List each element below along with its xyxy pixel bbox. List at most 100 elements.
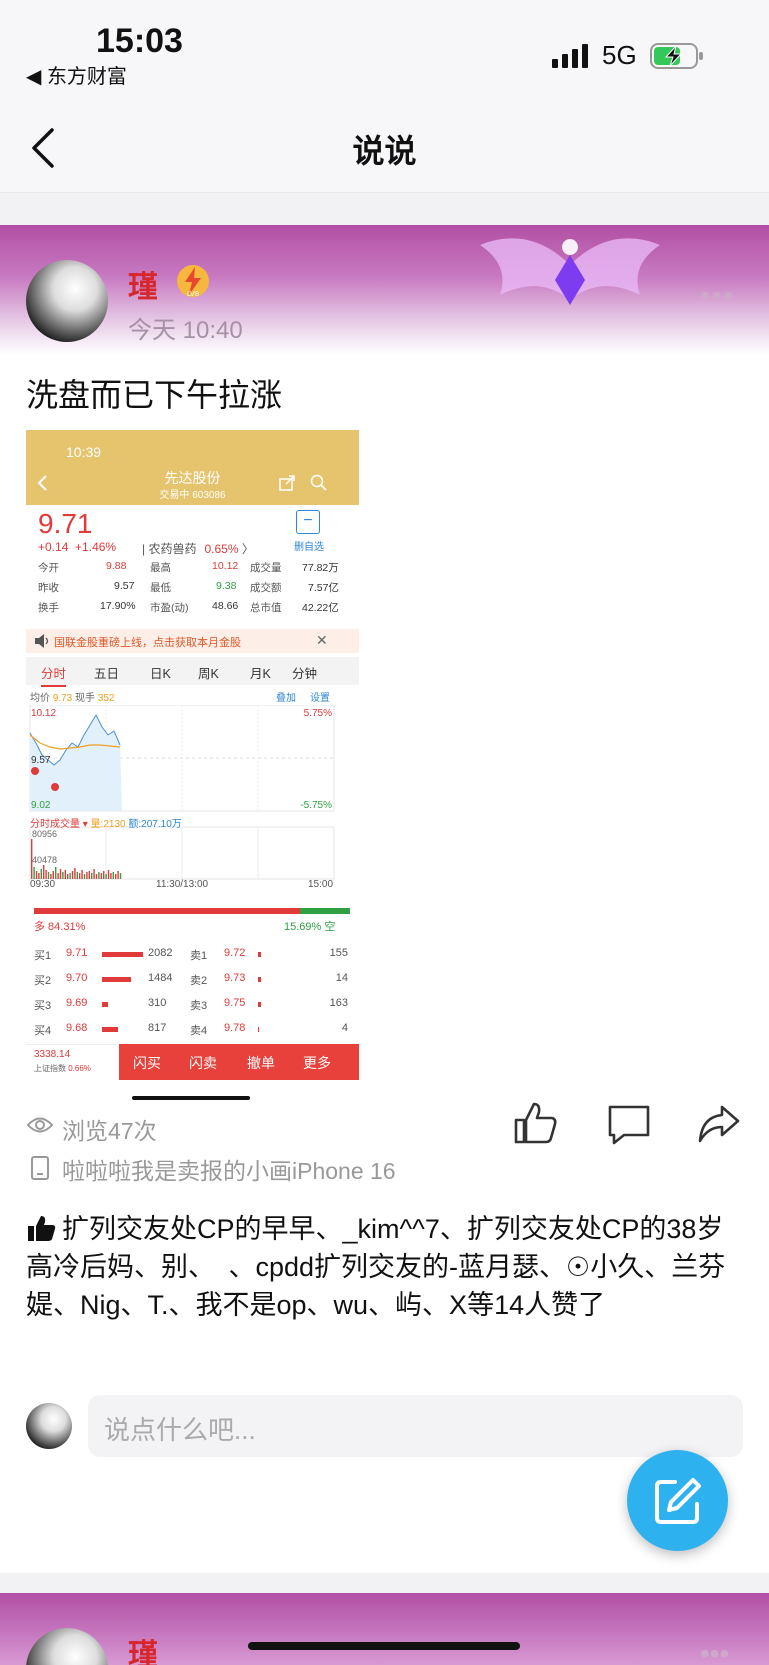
next-author-avatar[interactable] xyxy=(26,1628,108,1665)
volume-bar xyxy=(95,874,98,879)
next-post-card: 瑾 ••• xyxy=(0,1593,769,1665)
volume-bar xyxy=(100,873,102,879)
search-icon xyxy=(310,474,327,491)
tab-zhouk: 周K xyxy=(198,667,219,681)
sell-ratio: 15.69% 空 xyxy=(284,921,336,933)
quote-grid: 今开 9.88 最高 10.12 成交量 77.82万 昨收 9.57 最低 9.38 成… xyxy=(38,558,350,618)
volume-info: 分时成交量 ▾ 量:2130 额:207.10万 xyxy=(30,819,182,830)
volume-bar xyxy=(115,874,117,879)
comment-input[interactable]: 说点什么吧... xyxy=(88,1395,743,1457)
thumbs-up-icon xyxy=(28,1216,56,1241)
page-title: 说说 xyxy=(352,133,417,169)
tab-fenshi: 分时 xyxy=(41,663,67,687)
volume-bar xyxy=(86,872,88,879)
volume-bar xyxy=(57,873,59,879)
eye-icon xyxy=(26,1117,54,1133)
order-book-row: 买4 9.68 817 卖4 9.78 4 xyxy=(34,1022,348,1037)
nav-bar: 说说 xyxy=(0,100,769,193)
quote-row: 今开 9.88 最高 10.12 成交量 77.82万 xyxy=(38,560,339,574)
stock-footer: 3338.14 上证指数 0.66% 闪买 闪卖 撤单 更多 xyxy=(26,1044,359,1081)
network-type: 5G xyxy=(602,40,637,70)
volume-bar xyxy=(93,869,95,879)
comment-placeholder: 说点什么吧... xyxy=(104,1415,256,1445)
post-image-stock-screenshot[interactable]: 10:39 先达股份 交易中 603086 9.71 +0.14 +1.46% … xyxy=(26,430,359,1130)
quote-row: 换手 17.90% 市盈(动) 48.66 总市值 42.22亿 xyxy=(38,600,339,614)
volume-bar xyxy=(83,874,86,879)
quote-row: 昨收 9.57 最低 9.38 成交额 7.57亿 xyxy=(38,580,339,594)
volume-bar xyxy=(45,870,47,879)
flash-buy-button: 闪买 xyxy=(133,1055,161,1071)
next-more-icon[interactable]: ••• xyxy=(700,1638,729,1665)
volume-bar xyxy=(91,873,93,879)
time-axis-mid: 11:30/13:00 xyxy=(156,879,209,890)
buy-sell-ratio-bar xyxy=(34,908,350,914)
bid-volume-bar xyxy=(102,952,143,957)
time-axis-start: 09:30 xyxy=(30,879,56,890)
likes-list: 扩列交友处CP的早早、_kim^^7、扩列交友处CP的38岁高冷后妈、别、 、c… xyxy=(26,1214,726,1320)
stock-app-time: 10:39 xyxy=(66,444,102,460)
more-options-icon[interactable]: ••• xyxy=(700,280,735,312)
volume-bar xyxy=(81,870,83,879)
share-icon[interactable] xyxy=(696,1103,742,1145)
volume-bar xyxy=(110,873,112,879)
chart-label-low-pct: -5.75% xyxy=(300,800,332,811)
edit-icon xyxy=(655,1478,701,1524)
level-badge-label: LV8 xyxy=(187,290,199,298)
bid-volume-bar xyxy=(102,1027,119,1032)
volume-bar xyxy=(71,871,74,879)
author-avatar[interactable] xyxy=(26,260,108,342)
ask-volume-bar xyxy=(258,977,261,982)
author-name[interactable]: 瑾 xyxy=(128,262,158,306)
ask-volume-bar xyxy=(258,1027,259,1032)
post-time: 今天 10:40 xyxy=(128,317,243,344)
bid-volume-bar xyxy=(102,977,132,982)
level-badge-icon: LV8 xyxy=(177,265,209,298)
cancel-order-button: 撤单 xyxy=(247,1055,275,1071)
bid-volume-bar xyxy=(102,1002,109,1007)
volume-bar xyxy=(112,872,114,879)
comment-icon[interactable] xyxy=(606,1103,652,1145)
time-axis-end: 15:00 xyxy=(308,879,334,890)
volume-bar xyxy=(74,868,76,879)
volume-mid: 40478 xyxy=(32,855,57,865)
volume-bar xyxy=(35,871,38,879)
chart-label-high: 10.12 xyxy=(31,708,56,719)
order-book-row: 买1 9.71 2082 卖1 9.72 155 xyxy=(34,947,348,962)
chart-label-mid: 9.57 xyxy=(31,755,51,766)
buy-ratio: 多 84.31% xyxy=(34,921,86,933)
order-book-row: 买3 9.69 310 卖3 9.75 163 xyxy=(34,997,348,1012)
volume-bar xyxy=(119,873,122,879)
volume-bar xyxy=(55,867,57,879)
battery-charging-icon xyxy=(650,43,703,69)
volume-bar xyxy=(40,869,42,879)
chart-header-info: 均价 9.73 现手 352 叠加 设置 xyxy=(30,693,330,704)
volume-bar xyxy=(64,870,66,879)
chart-label-low: 9.02 xyxy=(31,800,51,811)
volume-bar xyxy=(67,874,69,879)
chart-label-high-pct: 5.75% xyxy=(304,708,332,719)
ask-volume-bar xyxy=(258,952,262,957)
index-widget: 3338.14 上证指数 0.66% xyxy=(26,1044,117,1081)
screenshot-home-indicator xyxy=(132,1096,250,1100)
volume-bar xyxy=(31,839,33,879)
volume-bar xyxy=(117,871,119,879)
like-icon[interactable] xyxy=(512,1100,558,1146)
speaker-icon xyxy=(35,634,49,648)
decorative-wings-icon xyxy=(480,238,660,305)
volume-bar xyxy=(76,872,78,879)
volume-top: 80956 xyxy=(32,829,57,839)
volume-bar xyxy=(103,871,105,879)
stock-change: +0.14 +1.46% xyxy=(38,540,117,554)
compose-button[interactable] xyxy=(627,1450,728,1551)
ask-volume-bar xyxy=(258,1002,262,1007)
volume-bar xyxy=(43,865,45,879)
volume-bar xyxy=(69,873,71,879)
device-info: 啦啦啦我是卖报的小画iPhone 16 xyxy=(62,1158,396,1184)
back-to-app-link[interactable]: ◀ 东方财富 xyxy=(26,60,127,89)
sector-info: | 农药兽药 0.65% 〉 xyxy=(142,542,254,556)
clock: 15:03 xyxy=(96,22,183,60)
next-author-name[interactable]: 瑾 xyxy=(128,1630,158,1665)
volume-bar xyxy=(62,872,64,879)
share-icon xyxy=(279,475,295,491)
promo-notice: 国联金股重磅上线，点击获取本月金股 ✕ xyxy=(26,629,359,653)
